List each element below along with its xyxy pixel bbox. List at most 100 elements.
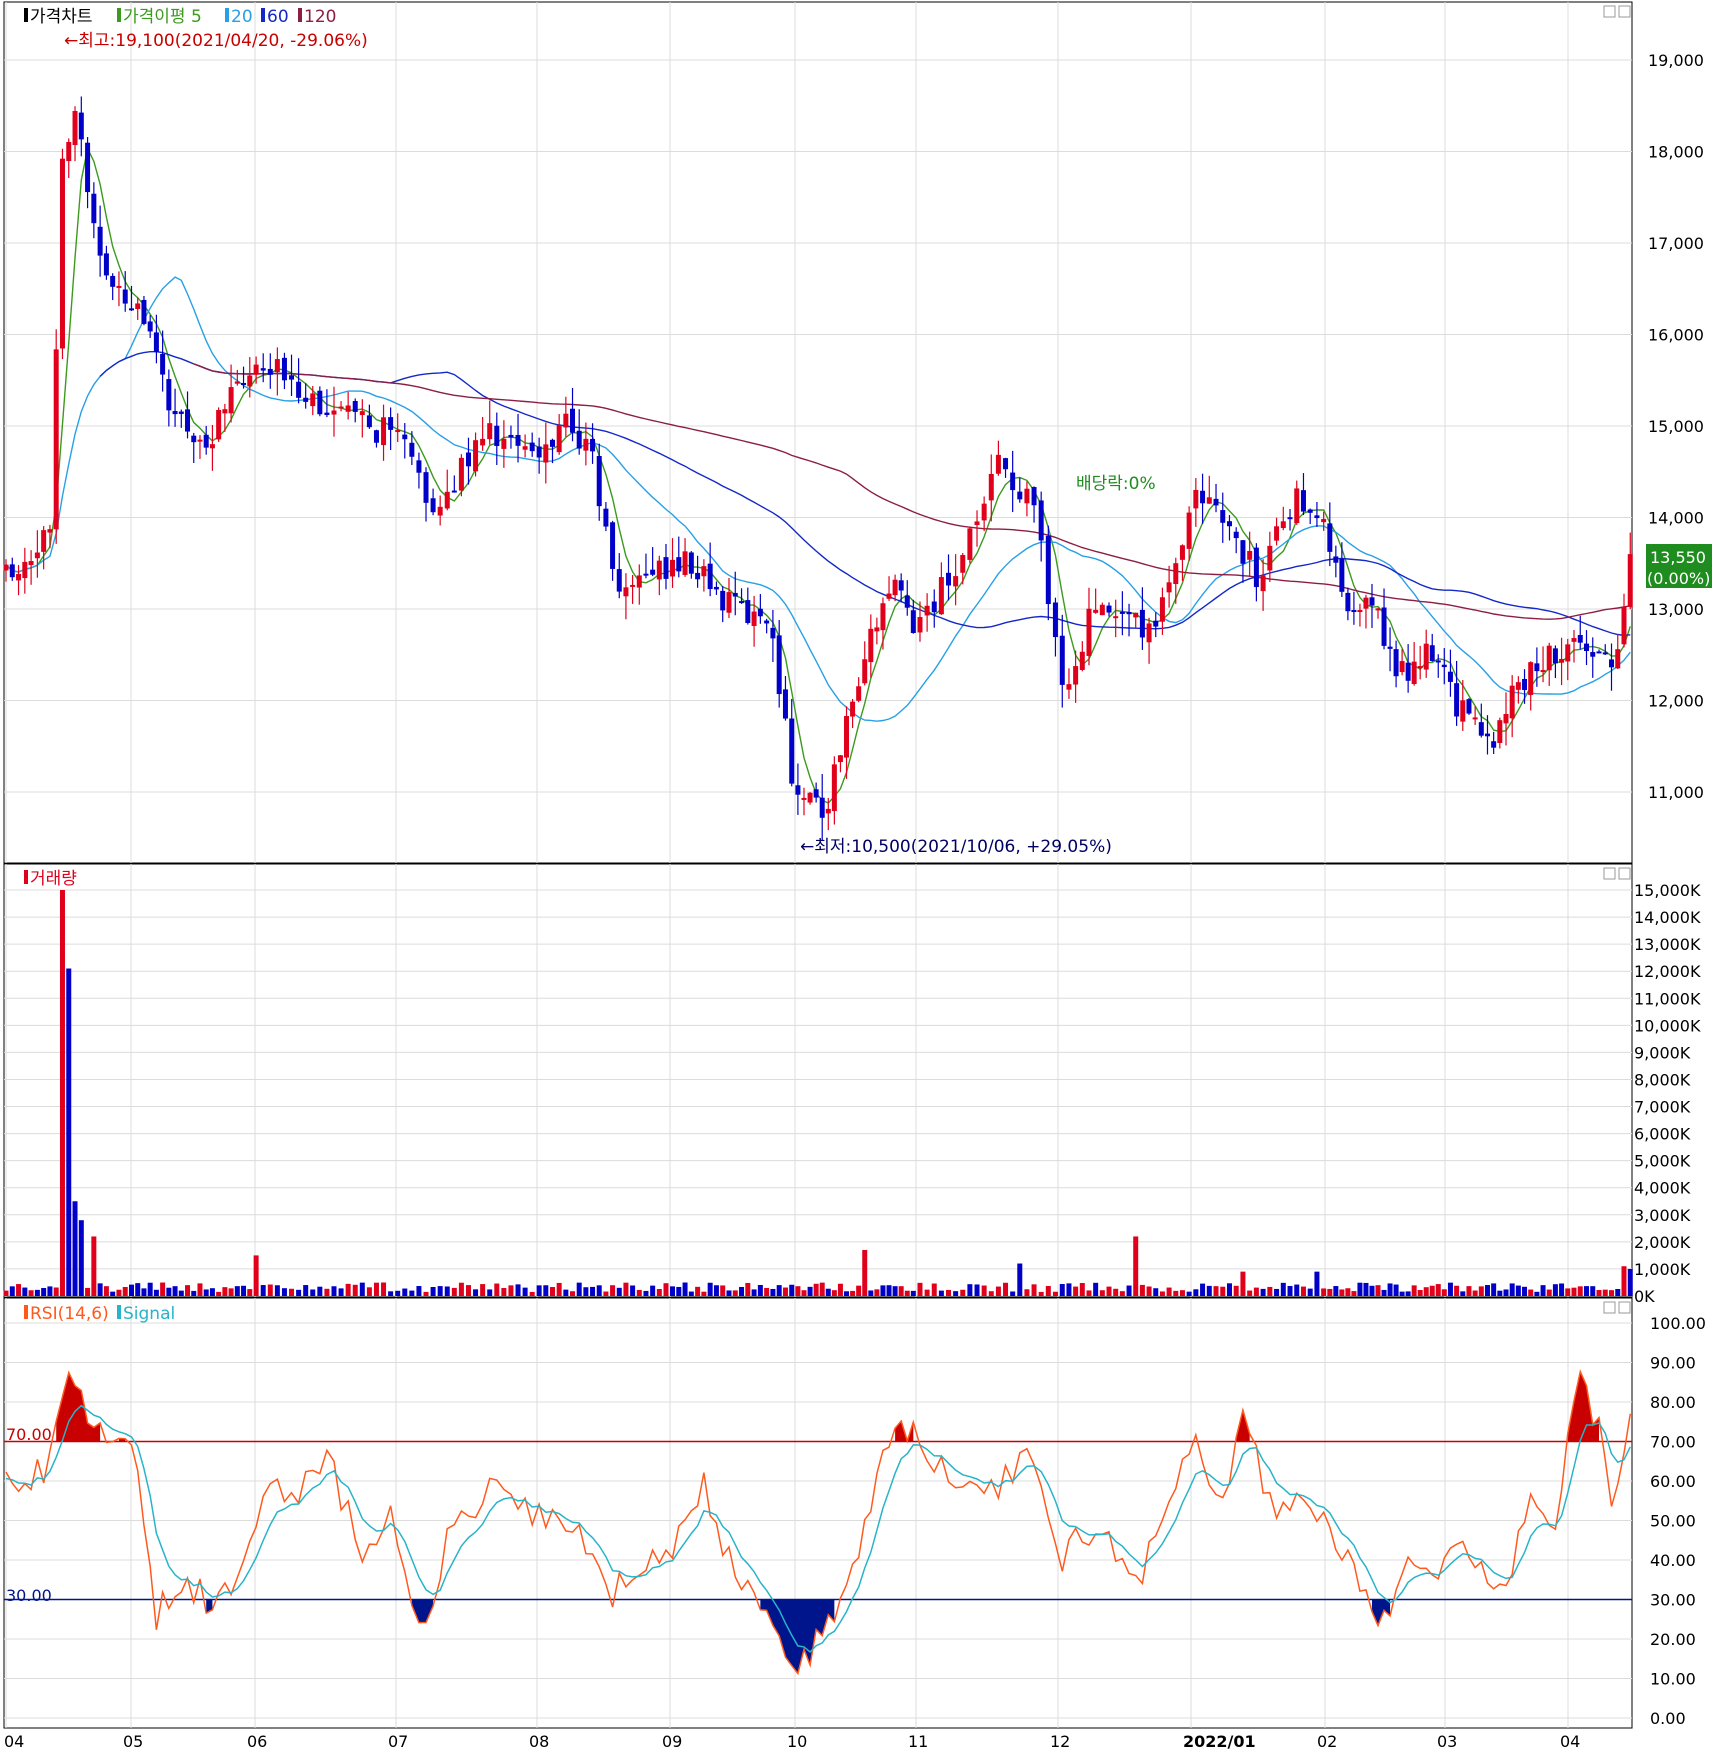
volume-bar <box>34 1289 40 1296</box>
candle-body <box>1233 531 1239 539</box>
volume-bar <box>508 1285 514 1296</box>
candle-body <box>494 425 500 446</box>
volume-bar <box>1059 1284 1065 1296</box>
volume-bar <box>281 1288 287 1296</box>
volume-y-tick: 12,000K <box>1634 962 1701 981</box>
candle-body <box>310 393 316 407</box>
candle-body <box>1300 490 1306 512</box>
price-y-tick: 11,000 <box>1648 783 1704 802</box>
volume-bar <box>1540 1285 1546 1296</box>
candle-body <box>988 473 994 501</box>
maximize-icon[interactable] <box>1618 1301 1631 1314</box>
volume-bar <box>122 1286 128 1296</box>
legend-ma20[interactable]: 20 <box>231 7 253 27</box>
legend-ma5[interactable]: 가격이평 5 <box>123 7 202 27</box>
candle-body <box>931 601 937 613</box>
volume-bar <box>720 1285 726 1296</box>
volume-bar <box>556 1282 562 1296</box>
candle-body <box>1552 648 1558 664</box>
rsi-y-tick: 40.00 <box>1650 1551 1696 1570</box>
rsi-y-tick: 30.00 <box>1650 1591 1696 1610</box>
volume-bar <box>576 1282 582 1296</box>
candle-body <box>53 349 59 530</box>
maximize-icon[interactable] <box>1618 5 1631 18</box>
volume-bar <box>670 1286 676 1296</box>
volume-bar <box>1381 1289 1387 1296</box>
candle-body <box>1280 521 1286 529</box>
volume-bar <box>1441 1289 1447 1296</box>
minimize-icon[interactable] <box>1603 1301 1616 1314</box>
volume-bar <box>1411 1285 1417 1296</box>
candle-body <box>1584 643 1589 652</box>
legend-ma120[interactable]: 120 <box>304 7 336 27</box>
candle-body <box>1186 512 1192 549</box>
volume-bar <box>801 1290 807 1296</box>
volume-bar <box>172 1286 178 1296</box>
candle-body <box>850 701 856 717</box>
candle-body <box>1503 713 1509 724</box>
minimize-icon[interactable] <box>1603 867 1616 880</box>
volume-bar <box>303 1285 309 1296</box>
minimize-icon[interactable] <box>1603 5 1616 18</box>
candle-body <box>59 158 65 349</box>
volume-bar <box>1274 1288 1280 1296</box>
maximize-icon[interactable] <box>1618 867 1631 880</box>
candle-body <box>688 552 694 574</box>
volume-bar <box>1534 1291 1540 1296</box>
volume-bar <box>423 1291 429 1296</box>
volume-bar <box>868 1290 874 1296</box>
volume-bar <box>874 1289 880 1296</box>
volume-bar <box>381 1282 387 1296</box>
volume-bar <box>953 1291 959 1296</box>
volume-bar <box>1173 1290 1179 1296</box>
candle-body <box>1066 684 1072 690</box>
volume-bar <box>1200 1283 1206 1296</box>
legend-ma60[interactable]: 60 <box>267 7 289 27</box>
volume-bar <box>1515 1285 1521 1296</box>
volume-bar <box>904 1290 910 1296</box>
candle-body <box>141 299 147 324</box>
price-y-tick: 19,000 <box>1648 51 1704 70</box>
candle-body <box>1024 488 1030 504</box>
volume-bar <box>757 1284 763 1296</box>
candle-body <box>1399 661 1405 673</box>
candle-body <box>41 530 47 552</box>
volume-bar <box>1393 1284 1399 1296</box>
current-change: (0.00%) <box>1647 569 1710 588</box>
candle-body <box>153 332 159 353</box>
candle-body <box>1375 608 1381 611</box>
candle-body <box>1200 490 1206 504</box>
volume-bar <box>1369 1285 1375 1296</box>
volume-bar <box>116 1289 122 1296</box>
volume-bar <box>1621 1266 1627 1296</box>
candle-body <box>1093 609 1099 613</box>
candle-body <box>1240 540 1246 564</box>
candle-body <box>381 417 387 446</box>
volume-bar <box>1565 1288 1571 1296</box>
volume-bar <box>764 1287 770 1296</box>
candle-body <box>938 577 944 615</box>
candle-body <box>1615 649 1621 669</box>
volume-bar <box>345 1283 351 1296</box>
volume-bar <box>732 1290 738 1296</box>
volume-bar <box>776 1285 782 1296</box>
volume-bar <box>701 1291 707 1296</box>
x-tick-label: 2022/01 <box>1183 1732 1256 1751</box>
dividend-annotation: 배당락:0% <box>1076 474 1156 494</box>
volume-bar <box>931 1283 937 1296</box>
candle-body <box>345 405 351 412</box>
high-annotation: ←최고:19,100(2021/04/20, -29.06%) <box>64 31 368 51</box>
volume-bar <box>643 1290 649 1296</box>
candle-body <box>1339 558 1345 592</box>
volume-bar <box>1233 1285 1239 1296</box>
volume-bar <box>395 1290 401 1296</box>
rsi-y-tick: 0.00 <box>1650 1709 1686 1728</box>
volume-bar <box>103 1286 109 1296</box>
candle-body <box>296 381 302 398</box>
volume-bar <box>1327 1288 1333 1296</box>
volume-bar <box>596 1285 602 1296</box>
volume-bar <box>1166 1287 1172 1296</box>
volume-bar <box>713 1285 719 1296</box>
volume-bar <box>745 1282 751 1296</box>
candle-body <box>128 308 134 311</box>
